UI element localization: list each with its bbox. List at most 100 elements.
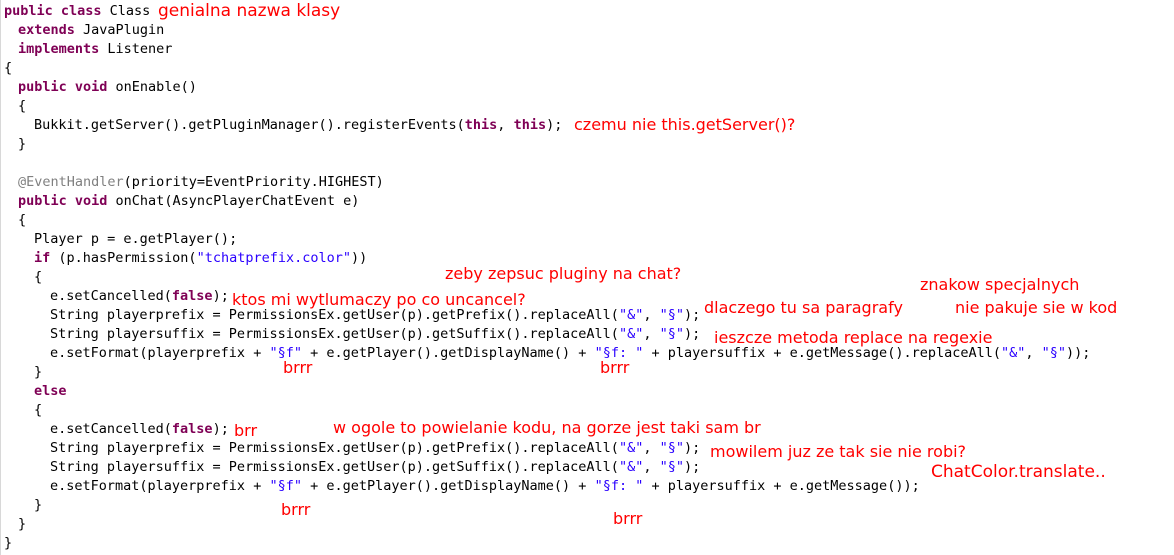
code-line[interactable]: extends JavaPlugin [18,21,164,40]
code-token-plain: )); [1066,345,1091,361]
code-token-plain: { [18,98,27,114]
code-token-kw: implements [18,41,108,57]
code-line[interactable]: { [34,401,42,420]
code-token-plain: { [34,402,43,418]
code-line[interactable]: String playerprefix = PermissionsEx.getU… [50,439,700,458]
note-brrr-1: brrr [283,358,313,377]
note-ktos-mi-wytlumaczy: ktos mi wytlumaczy po co uncancel? [232,290,526,309]
code-token-plain: ); [684,459,701,475]
code-token-kw: false [171,421,213,437]
note-brrr-4: brrr [281,500,311,519]
code-token-plain: + playersuffix + e.getMessage()); [643,478,920,494]
code-token-str: "tchatprefix.color" [196,250,351,266]
code-token-plain: , [643,307,660,323]
code-token-plain: String playersuffix = PermissionsEx.getU… [50,326,619,342]
code-token-str: "§f: " [594,478,644,494]
code-line[interactable]: { [34,268,42,287]
code-token-plain: (priority=EventPriority.HIGHEST) [123,174,384,190]
code-token-plain: e.setFormat(playerprefix + [50,478,270,494]
note-genialna-nazwa-klasy: genialna nazwa klasy [158,1,341,21]
code-token-plain: , [643,326,660,342]
code-token-plain: String playerprefix = PermissionsEx.getU… [50,440,619,456]
code-token-plain: { [18,212,27,228]
code-line[interactable]: @EventHandler(priority=EventPriority.HIG… [18,173,384,192]
code-token-plain: Bukkit.getServer().getPluginManager().re… [34,117,465,133]
code-token-plain: onChat(AsyncPlayerChatEvent e) [115,193,360,209]
code-token-str: "&" [618,440,644,456]
note-brr-3: brr [234,421,258,440]
code-line[interactable]: { [18,97,26,116]
code-line[interactable]: Bukkit.getServer().getPluginManager().re… [34,116,562,135]
code-token-plain: + e.getPlayer().getDisplayName() + [301,478,595,494]
code-token-plain: e.setCancelled( [50,288,172,304]
code-token-plain: onEnable() [115,79,197,95]
code-token-plain: ); [212,288,229,304]
code-line[interactable]: } [34,363,42,382]
note-chatcolor-translate: ChatColor.translate.. [931,462,1106,482]
code-line[interactable]: String playersuffix = PermissionsEx.getU… [50,325,700,344]
code-token-plain: String playersuffix = PermissionsEx.getU… [50,459,619,475]
note-w-ogole-powielanie-kodu: w ogole to powielanie kodu, na gorze jes… [333,418,761,437]
code-line[interactable]: public void onEnable() [18,78,197,97]
code-line[interactable]: implements Listener [18,40,172,59]
code-token-plain: Player p = e.getPlayer(); [34,231,238,247]
note-mowilem-juz: mowilem juz ze tak sie nie robi? [710,442,967,461]
code-token-plain: { [4,60,13,76]
code-token-plain: , [643,459,660,475]
code-token-plain: } [34,497,43,513]
code-token-plain: String playerprefix = PermissionsEx.getU… [50,307,619,323]
code-token-kw: false [171,288,213,304]
code-line[interactable]: { [4,59,12,78]
code-token-str: "&" [618,326,644,342]
note-znakow-specjalnych: znakow specjalnych [920,275,1080,294]
code-token-plain: (p.hasPermission( [58,250,197,266]
code-token-plain: e.setFormat(playerprefix + [50,345,270,361]
code-token-str: "&" [618,459,644,475]
code-token-str: "§" [1041,345,1067,361]
code-token-str: "§f" [269,478,302,494]
code-line[interactable]: e.setCancelled(false); [50,287,229,306]
note-brrr-5: brrr [613,509,643,528]
note-nie-pakuje-sie-w-kod: nie pakuje sie w kod [955,298,1118,317]
code-token-kw: public class [4,3,110,19]
note-jeszcze-metoda-replace: ieszcze metoda replace na regexie [714,328,993,347]
code-token-kw: extends [18,22,84,38]
code-line[interactable]: if (p.hasPermission("tchatprefix.color")… [34,249,367,268]
code-token-str: "§" [659,440,684,456]
code-line[interactable]: public void onChat(AsyncPlayerChatEvent … [18,192,359,211]
code-line[interactable]: } [34,496,42,515]
code-token-plain: ); [684,326,701,342]
code-token-kw: this [464,117,498,133]
code-token-plain: { [34,269,43,285]
code-token-plain: e.setCancelled( [50,421,172,437]
code-line[interactable]: } [18,515,26,534]
code-token-plain: Listener [107,41,173,57]
code-line[interactable]: Player p = e.getPlayer(); [34,230,237,249]
code-line[interactable] [18,154,26,173]
code-line[interactable]: e.setCancelled(false); [50,420,229,439]
code-token-kw: public void [18,193,116,209]
code-token-kw: if [34,250,59,266]
code-line[interactable]: else [34,382,67,401]
code-line[interactable]: e.setFormat(playerprefix + "§f" + e.getP… [50,477,920,496]
code-token-str: "§" [659,459,684,475]
code-token-plain: Class [109,3,151,19]
code-token-plain: )) [351,250,368,266]
note-brrr-2: brrr [600,358,630,377]
note-dlaczego-tu-sa-paragrafy: dlaczego tu sa paragrafy [704,298,903,317]
code-token-kw: this [513,117,547,133]
code-line[interactable]: } [4,534,12,553]
code-token-plain: JavaPlugin [83,22,165,38]
code-line[interactable]: { [18,211,26,230]
code-token-plain: ); [684,440,701,456]
code-token-plain: + e.getPlayer().getDisplayName() + [301,345,595,361]
code-token-plain: } [4,535,13,551]
code-token-plain: + playersuffix + e.getMessage().replaceA… [643,345,1001,361]
code-token-plain: , [1025,345,1042,361]
code-token-kw: else [34,383,67,399]
code-line[interactable]: String playersuffix = PermissionsEx.getU… [50,458,700,477]
code-token-str: "§" [659,307,684,323]
code-line[interactable]: public class Class [4,2,150,21]
code-token-plain: } [18,136,27,152]
code-line[interactable]: } [18,135,26,154]
